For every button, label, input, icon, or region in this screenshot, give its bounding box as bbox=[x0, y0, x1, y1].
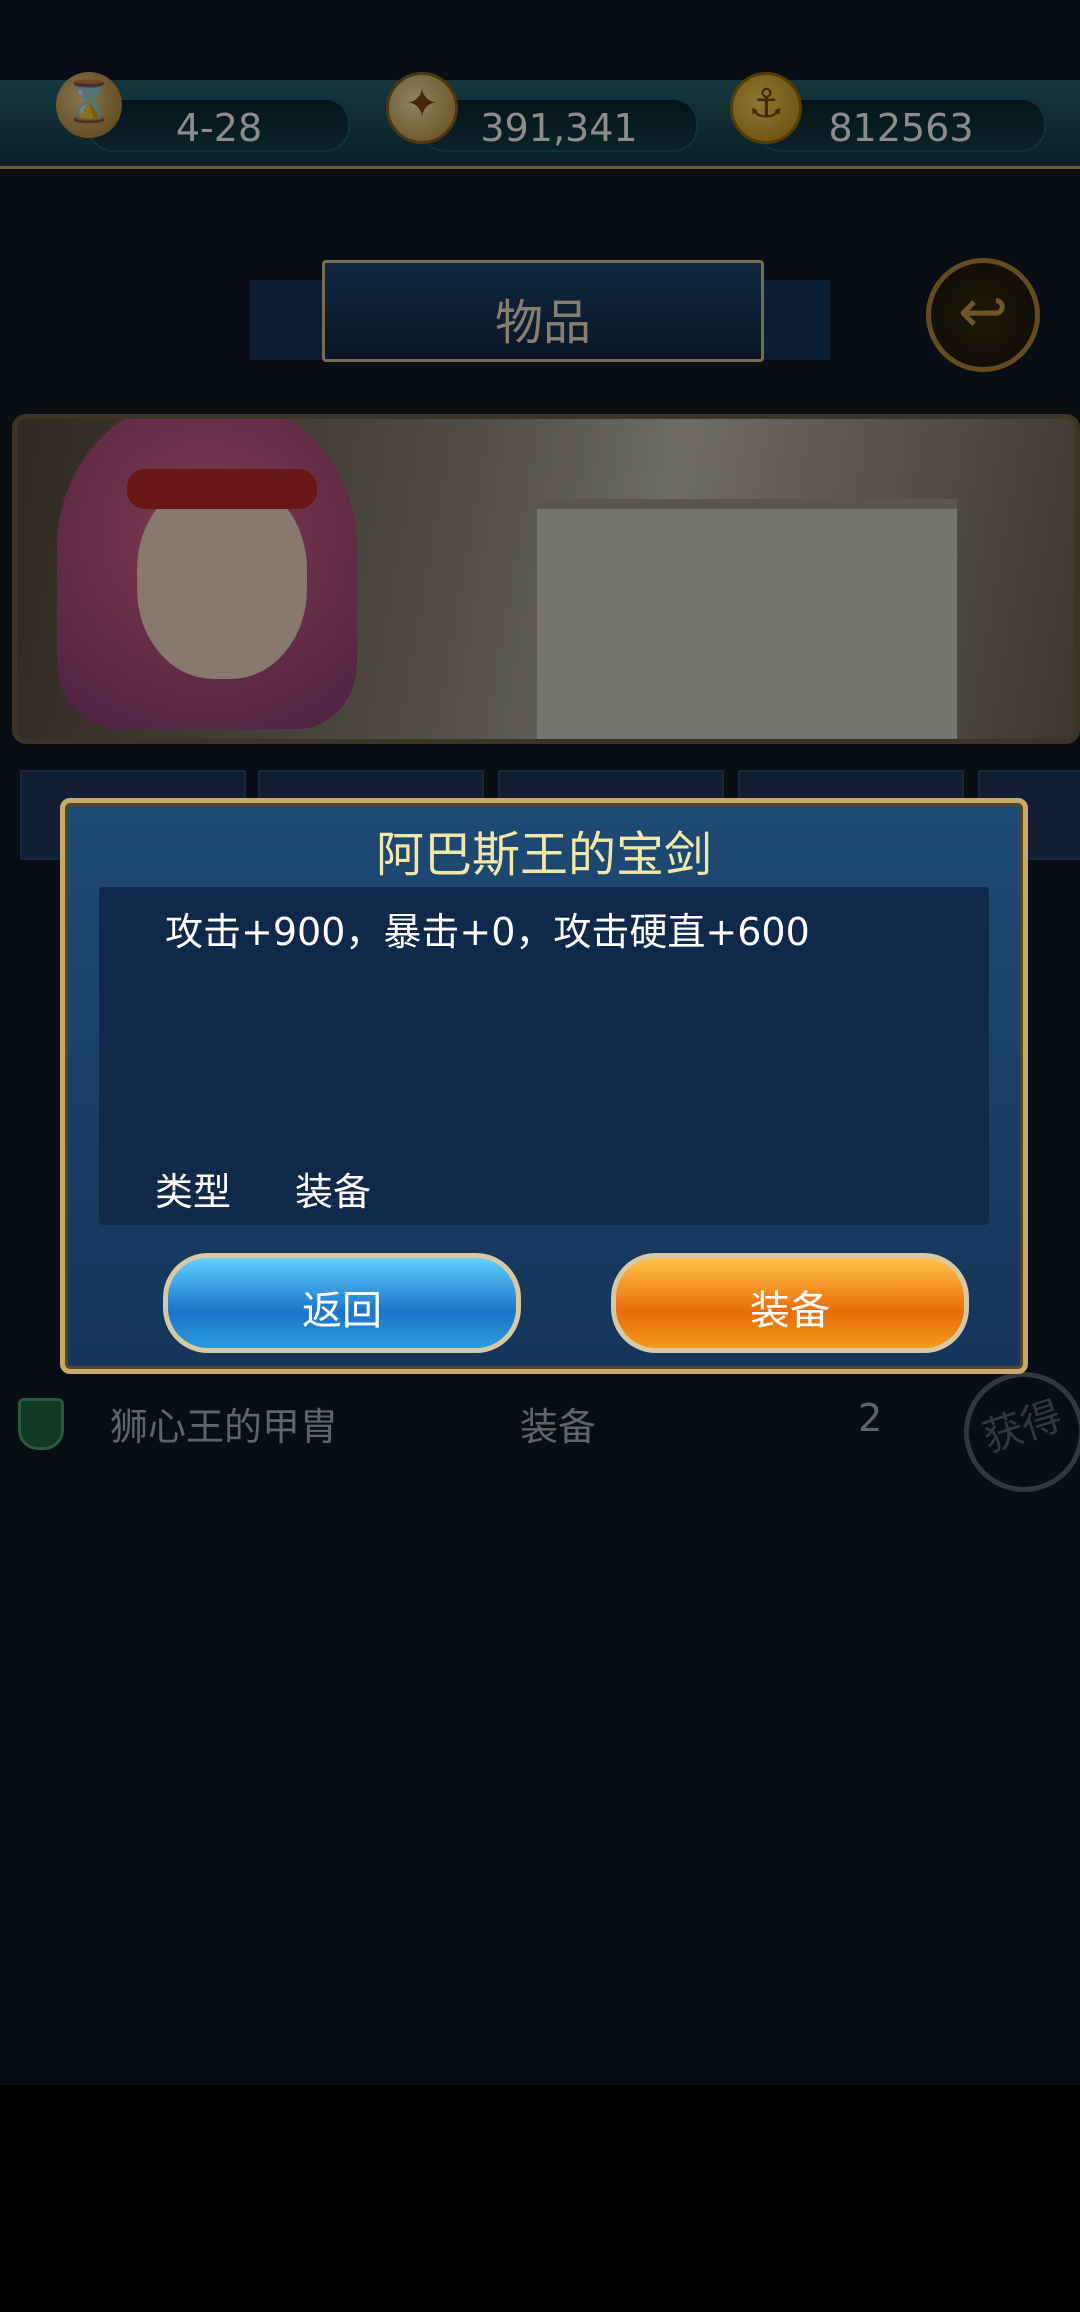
return-button-label: 返回 bbox=[302, 1288, 382, 1334]
item-title: 阿巴斯王的宝剑 bbox=[375, 827, 712, 883]
equip-button-label: 装备 bbox=[750, 1288, 830, 1334]
item-stats: 攻击+900，暴击+0，攻击硬直+600 bbox=[165, 910, 810, 954]
nav-bar-area bbox=[0, 2085, 1080, 2312]
item-detail-dialog: 阿巴斯王的宝剑 攻击+900，暴击+0，攻击硬直+600 类型 装备 返回 装备 bbox=[60, 798, 1028, 1374]
game-screen: 4-28 ⌛ 391,341 ✦ 812563 ⚓ 物品 ↩ 狮心王的甲胄 装备… bbox=[0, 0, 1080, 2085]
type-label: 类型 bbox=[155, 1170, 232, 1214]
type-value: 装备 bbox=[295, 1170, 372, 1214]
equip-button[interactable]: 装备 bbox=[611, 1253, 969, 1353]
return-button[interactable]: 返回 bbox=[163, 1253, 521, 1353]
